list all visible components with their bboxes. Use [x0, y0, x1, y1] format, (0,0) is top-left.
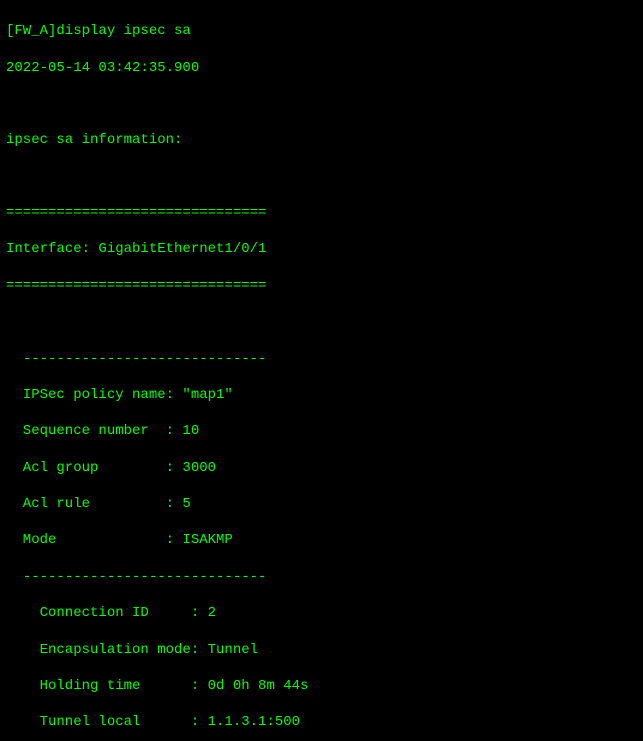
timestamp-line: 2022-05-14 03:42:35.900: [6, 59, 637, 77]
blank-line: [6, 168, 637, 186]
policy-name-line: IPSec policy name: "map1": [6, 386, 637, 404]
prompt-line: [FW_A]display ipsec sa: [6, 22, 637, 40]
acl-group-line: Acl group : 3000: [6, 459, 637, 477]
connection-id-line: Connection ID : 2: [6, 604, 637, 622]
separator-dash: -----------------------------: [6, 350, 637, 368]
mode-line: Mode : ISAKMP: [6, 531, 637, 549]
header-line: ipsec sa information:: [6, 131, 637, 149]
separator-dash: -----------------------------: [6, 568, 637, 586]
interface-line: Interface: GigabitEthernet1/0/1: [6, 240, 637, 258]
holding-time-line: Holding time : 0d 0h 8m 44s: [6, 677, 637, 695]
acl-rule-line: Acl rule : 5: [6, 495, 637, 513]
tunnel-local-line: Tunnel local : 1.1.3.1:500: [6, 713, 637, 731]
blank-line: [6, 95, 637, 113]
separator-eq: ===============================: [6, 277, 637, 295]
sequence-number-line: Sequence number : 10: [6, 422, 637, 440]
blank-line: [6, 313, 637, 331]
terminal-output: [FW_A]display ipsec sa 2022-05-14 03:42:…: [0, 0, 643, 741]
encap-mode-line: Encapsulation mode: Tunnel: [6, 641, 637, 659]
separator-eq: ===============================: [6, 204, 637, 222]
